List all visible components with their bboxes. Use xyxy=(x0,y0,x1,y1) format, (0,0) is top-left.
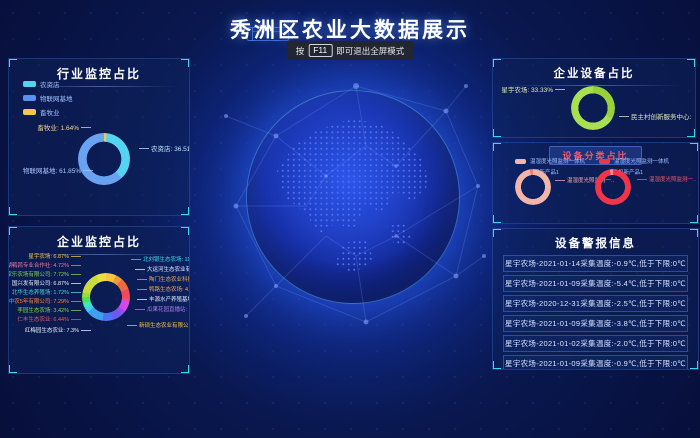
chart-label: 陶门生态农业科技有限公 xyxy=(137,275,190,283)
category-donut-left[interactable] xyxy=(515,169,551,205)
alarm-row: 星宇农场-2021-01-02采集温度:-2.0℃,低于下限:0℃ xyxy=(503,335,688,352)
alarm-row: 星宇农场-2021-01-14采集温度:-0.9℃,低于下限:0℃ xyxy=(503,255,688,272)
chart-label: 红梅园生态农业: 7.3% xyxy=(25,326,91,334)
chart-label: 中农5年有限公司: 7.29% xyxy=(9,297,81,305)
chart-label: 大运河生态农业有限责任公 xyxy=(135,265,190,273)
chart-label: 畜牧业: 1.64% xyxy=(37,122,91,132)
legend-swatch xyxy=(515,159,526,164)
alarm-row: 星宇农场-2021-01-09采集温度:-3.8℃,低于下限:0℃ xyxy=(503,315,688,332)
chart-label: 李园生态农场: 3.42% xyxy=(17,306,81,314)
fullscreen-exit-tooltip: 按 F11 即可退出全屏模式 xyxy=(287,41,414,60)
chart-label: 物联网基地: 61.85% xyxy=(23,165,93,175)
legend-item[interactable]: 农资店 xyxy=(23,79,73,89)
alarm-row: 星宇农场-2021-01-09采集温度:-5.4℃,低于下限:0℃ xyxy=(503,275,688,292)
alarm-list: 星宇农场-2021-01-14采集温度:-0.9℃,低于下限:0℃ 星宇农场-2… xyxy=(503,255,688,370)
category-donut-right[interactable] xyxy=(595,169,631,205)
panel-title: 企业设备占比 xyxy=(493,65,695,81)
legend-swatch xyxy=(599,159,610,164)
enterprise-donut-chart[interactable] xyxy=(82,273,130,321)
legend-label: 农资店 xyxy=(40,79,60,89)
chart-label: 星宇农场: 33.33% xyxy=(501,84,565,94)
panel-title: 设备警报信息 xyxy=(493,235,698,251)
panel-title: 企业监控占比 xyxy=(9,233,189,250)
f11-keycap: F11 xyxy=(308,44,332,57)
device-donut-chart[interactable] xyxy=(571,86,615,130)
globe-visualization[interactable] xyxy=(246,90,460,304)
legend-label: 温湿度光照监测一体机 xyxy=(614,157,669,165)
chart-label: 农资店: 36.51% xyxy=(139,143,190,153)
chart-label: 秀湖鹌鹑专业合作社: 4.72% xyxy=(8,261,81,269)
chart-label: 瓜果花园直播站: 15.02% xyxy=(135,305,190,313)
device-alarm-panel: 设备警报信息 星宇农场-2021-01-14采集温度:-0.9℃,低于下限:0℃… xyxy=(492,228,699,370)
legend-item[interactable]: 畜牧业 xyxy=(23,107,73,117)
legend-item[interactable]: 温湿度光照监测一体机 xyxy=(599,157,669,165)
industry-monitor-panel: 行业监控占比 农资店 物联网基地 畜牧业 畜牧业: 1.64% 农资店: 36.… xyxy=(8,58,190,216)
legend-label: 温湿度光照监测一体机 xyxy=(530,157,585,165)
dashboard: 秀洲区农业大数据展示 按 F11 即可退出全屏模式 行业监控占比 农资店 物联网… xyxy=(0,0,700,438)
legend-label: 物联网基地 xyxy=(40,93,73,103)
chart-label: 丰源水产养殖基地: 1. xyxy=(137,295,190,303)
legend-swatch xyxy=(23,81,36,87)
legend-swatch xyxy=(23,109,36,115)
chart-label: 新硕生态农业有限公司: 6.87% xyxy=(127,321,190,329)
legend-label: 畜牧业 xyxy=(40,107,60,117)
alarm-row: 星宇农场-2020-12-31采集温度:-2.5℃,低于下限:0℃ xyxy=(503,295,688,312)
chart-label: 温湿度光照监测一.. xyxy=(637,175,696,183)
tooltip-prefix: 按 xyxy=(296,45,305,57)
chart-label: 家乐农场有限公司: 7.72% xyxy=(8,270,81,278)
chart-label: 鸭路生态农场: 4.29% xyxy=(137,285,190,293)
chart-label: 星宇农场: 6.87% xyxy=(28,252,81,260)
chart-label: 仁丰生态农业: 6.44% xyxy=(17,315,81,323)
chart-label: 北刘银生态农场: 11.56% xyxy=(131,255,190,263)
enterprise-monitor-panel: 企业监控占比 星宇农场: 6.87% 秀湖鹌鹑专业合作社: 4.72% 家乐农场… xyxy=(8,226,190,374)
legend-item[interactable]: 温湿度光照监测一体机 xyxy=(515,157,585,165)
device-ratio-panel: 企业设备占比 星宇农场: 33.33% 民主村创新服务中心: xyxy=(492,58,696,138)
legend-item[interactable]: 物联网基地 xyxy=(23,93,73,103)
chart-label: 国兴发有限公司: 6.87% xyxy=(12,279,81,287)
industry-donut-chart[interactable] xyxy=(78,133,130,185)
legend-swatch xyxy=(23,95,36,101)
chart-label: 民主村创新服务中心: xyxy=(619,111,691,121)
device-category-panel: 设备分类占比 温湿度光照监测一体机 一体机新产品1 温湿度光照监测一.. 温湿度… xyxy=(492,142,699,224)
page-title: 秀洲区农业大数据展示 xyxy=(0,14,700,44)
tooltip-suffix: 即可退出全屏模式 xyxy=(336,45,404,57)
alarm-row: 星宇农场-2021-01-09采集温度:-0.9℃,低于下限:0℃ xyxy=(503,355,688,370)
chart-label: 北华生态养殖场: 1.72% xyxy=(12,288,81,296)
